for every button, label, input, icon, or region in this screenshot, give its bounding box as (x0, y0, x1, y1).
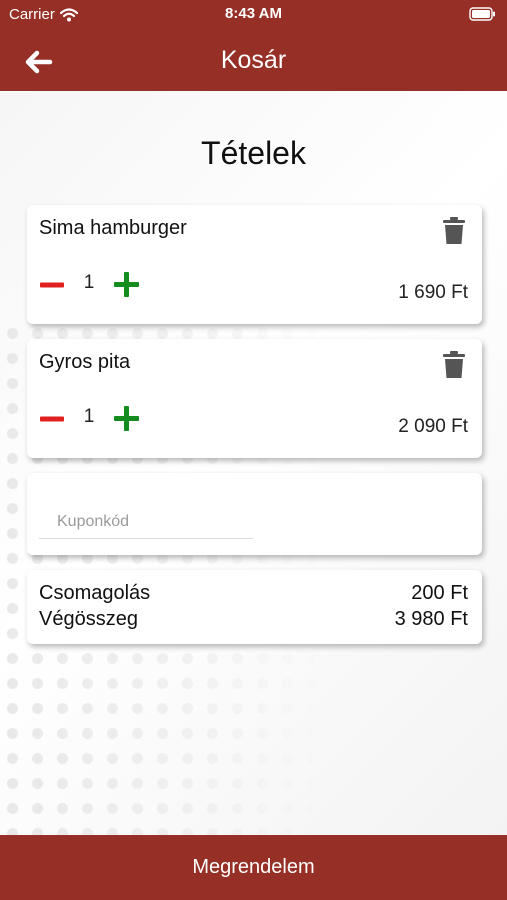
total-row: Végösszeg 3 980 Ft (39, 608, 468, 631)
item-price: 1 690 Ft (398, 282, 468, 303)
total-value: 3 980 Ft (394, 608, 468, 630)
status-bar: Carrier 8:43 AM (0, 0, 507, 30)
summary-card: Csomagolás 200 Ft Végösszeg 3 980 Ft (27, 570, 482, 644)
minus-icon[interactable] (39, 272, 65, 298)
packaging-row: Csomagolás 200 Ft (39, 582, 468, 605)
trash-icon[interactable] (442, 217, 466, 245)
plus-icon[interactable] (113, 271, 140, 298)
coupon-card (27, 473, 482, 555)
battery-icon (469, 7, 495, 21)
app-header: Carrier 8:43 AM Kosár (0, 0, 507, 91)
page-title: Tételek (201, 135, 306, 171)
header-title: Kosár (220, 46, 287, 74)
item-quantity: 1 (83, 272, 95, 293)
cart-item-card: Sima hamburger 1 1 690 Ft (27, 205, 482, 324)
cart-item-card: Gyros pita 1 2 090 Ft (27, 339, 482, 458)
cart-content: Tételek Sima hamburger 1 1 690 Ft Gyros … (0, 91, 507, 835)
packaging-label: Csomagolás (39, 582, 151, 604)
status-time: 8:43 AM (225, 5, 282, 22)
packaging-value: 200 Ft (411, 582, 468, 604)
item-name: Gyros pita (39, 351, 131, 373)
item-name: Sima hamburger (39, 217, 187, 239)
plus-icon[interactable] (113, 405, 140, 432)
order-button[interactable]: Megrendelem (0, 835, 507, 900)
item-price: 2 090 Ft (398, 416, 468, 437)
item-quantity: 1 (83, 406, 95, 427)
coupon-input[interactable] (39, 501, 253, 539)
trash-icon[interactable] (442, 351, 466, 379)
minus-icon[interactable] (39, 406, 65, 432)
nav-bar: Kosár (0, 38, 507, 86)
total-label: Végösszeg (39, 608, 138, 630)
